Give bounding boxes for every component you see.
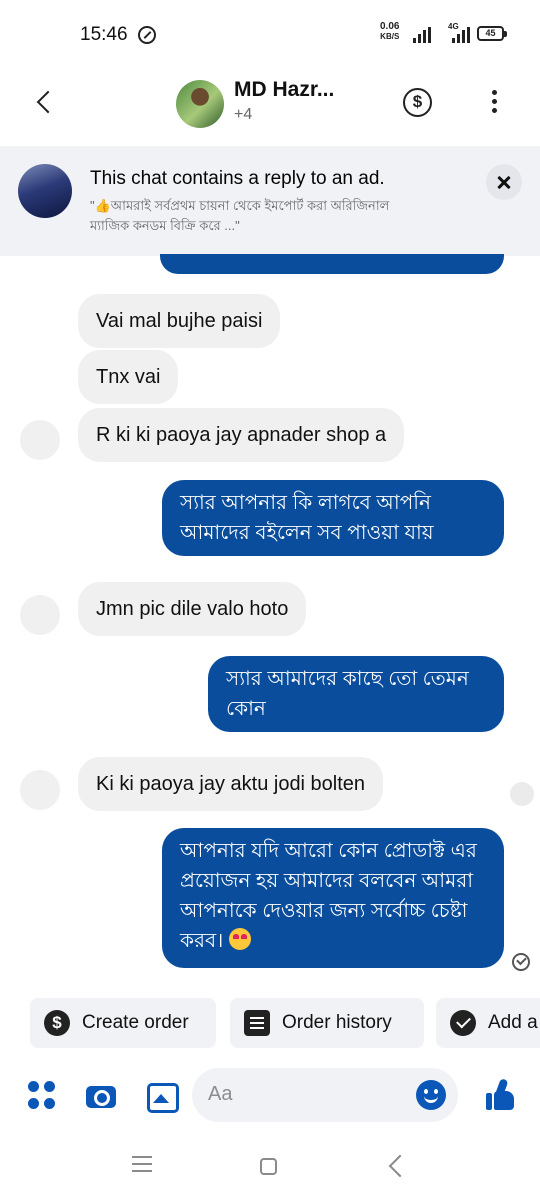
ad-banner-title: This chat contains a reply to an ad. <box>90 168 385 189</box>
message-bubble-outgoing-partial <box>160 254 504 274</box>
wifi-signal-icon <box>413 27 431 43</box>
camera-icon[interactable] <box>84 1078 118 1112</box>
add-action-button[interactable]: Add a <box>436 998 540 1048</box>
message-bubble-outgoing[interactable]: স্যার আপনার কি লাগবে আপনি আমাদের বইলেন স… <box>162 480 504 556</box>
contact-name[interactable]: MD Hazr... <box>234 78 334 102</box>
network-speed-value: 0.06 <box>380 21 400 32</box>
message-bubble-outgoing[interactable]: স্যার আমাদের কাছে তো তেমন কোন <box>208 656 504 732</box>
like-icon[interactable] <box>484 1078 518 1112</box>
message-bubble-incoming[interactable]: Vai mal bujhe paisi <box>78 294 281 348</box>
seen-indicator <box>510 782 534 806</box>
create-order-label: Create order <box>82 1012 189 1033</box>
contact-avatar[interactable] <box>176 80 224 128</box>
cell-signal-icon <box>452 27 470 43</box>
dollar-icon: $ <box>412 92 423 111</box>
ad-banner-quote: "👍আমরাই সর্বপ্রথম চায়না থেকে ইমপোর্ট কর… <box>90 198 390 233</box>
back-button[interactable] <box>28 88 58 118</box>
add-action-label: Add a <box>488 1012 538 1033</box>
sender-avatar <box>20 595 60 635</box>
sender-avatar <box>20 770 60 810</box>
message-bubble-incoming[interactable]: Ki ki paoya jay aktu jodi bolten <box>78 757 384 811</box>
create-order-button[interactable]: $ Create order <box>30 998 216 1048</box>
heart-eyes-emoji-icon <box>228 928 251 950</box>
network-speed-unit: KB/S <box>380 32 400 41</box>
list-icon <box>244 1010 270 1036</box>
sender-avatar <box>20 420 60 460</box>
system-back-button[interactable] <box>388 1154 412 1178</box>
message-input-placeholder: Aa <box>208 1083 233 1105</box>
order-history-button[interactable]: Order history <box>230 998 424 1048</box>
participants-count: +4 <box>234 106 253 123</box>
recent-apps-button[interactable] <box>132 1156 152 1174</box>
system-nav-bar <box>0 1140 540 1200</box>
payment-button[interactable]: $ <box>403 88 432 117</box>
check-circle-icon <box>450 1010 476 1036</box>
ad-reply-banner[interactable]: This chat contains a reply to an ad. "👍আ… <box>0 146 540 256</box>
dollar-icon: $ <box>44 1010 70 1036</box>
order-history-label: Order history <box>282 1012 392 1033</box>
network-speed: 0.06 KB/S <box>380 22 399 42</box>
message-bubble-incoming[interactable]: Tnx vai <box>78 350 179 404</box>
photo-icon[interactable] <box>144 1078 179 1113</box>
close-icon[interactable] <box>486 164 522 200</box>
status-time: 15:46 <box>80 24 128 45</box>
message-bubble-incoming[interactable]: R ki ki paoya jay apnader shop a <box>78 408 405 462</box>
message-bubble-outgoing[interactable]: আপনার যদি আরো কোন প্রোডাক্ট এর প্রয়োজন … <box>162 828 504 968</box>
ad-thumbnail <box>18 164 72 218</box>
emoji-icon[interactable] <box>416 1080 446 1110</box>
sent-check-icon <box>512 953 530 971</box>
more-options-button[interactable] <box>484 88 504 118</box>
home-button[interactable] <box>260 1158 277 1175</box>
do-not-disturb-icon <box>138 26 156 44</box>
battery-icon: 45 <box>477 26 507 41</box>
message-text: আপনার যদি আরো কোন প্রোডাক্ট এর প্রয়োজন … <box>180 840 477 952</box>
chat-header: MD Hazr... +4 $ <box>0 66 540 142</box>
apps-icon[interactable] <box>24 1078 58 1112</box>
message-bubble-incoming[interactable]: Jmn pic dile valo hoto <box>78 582 307 636</box>
status-bar: 15:46 0.06 KB/S 4G 45 <box>0 0 540 66</box>
